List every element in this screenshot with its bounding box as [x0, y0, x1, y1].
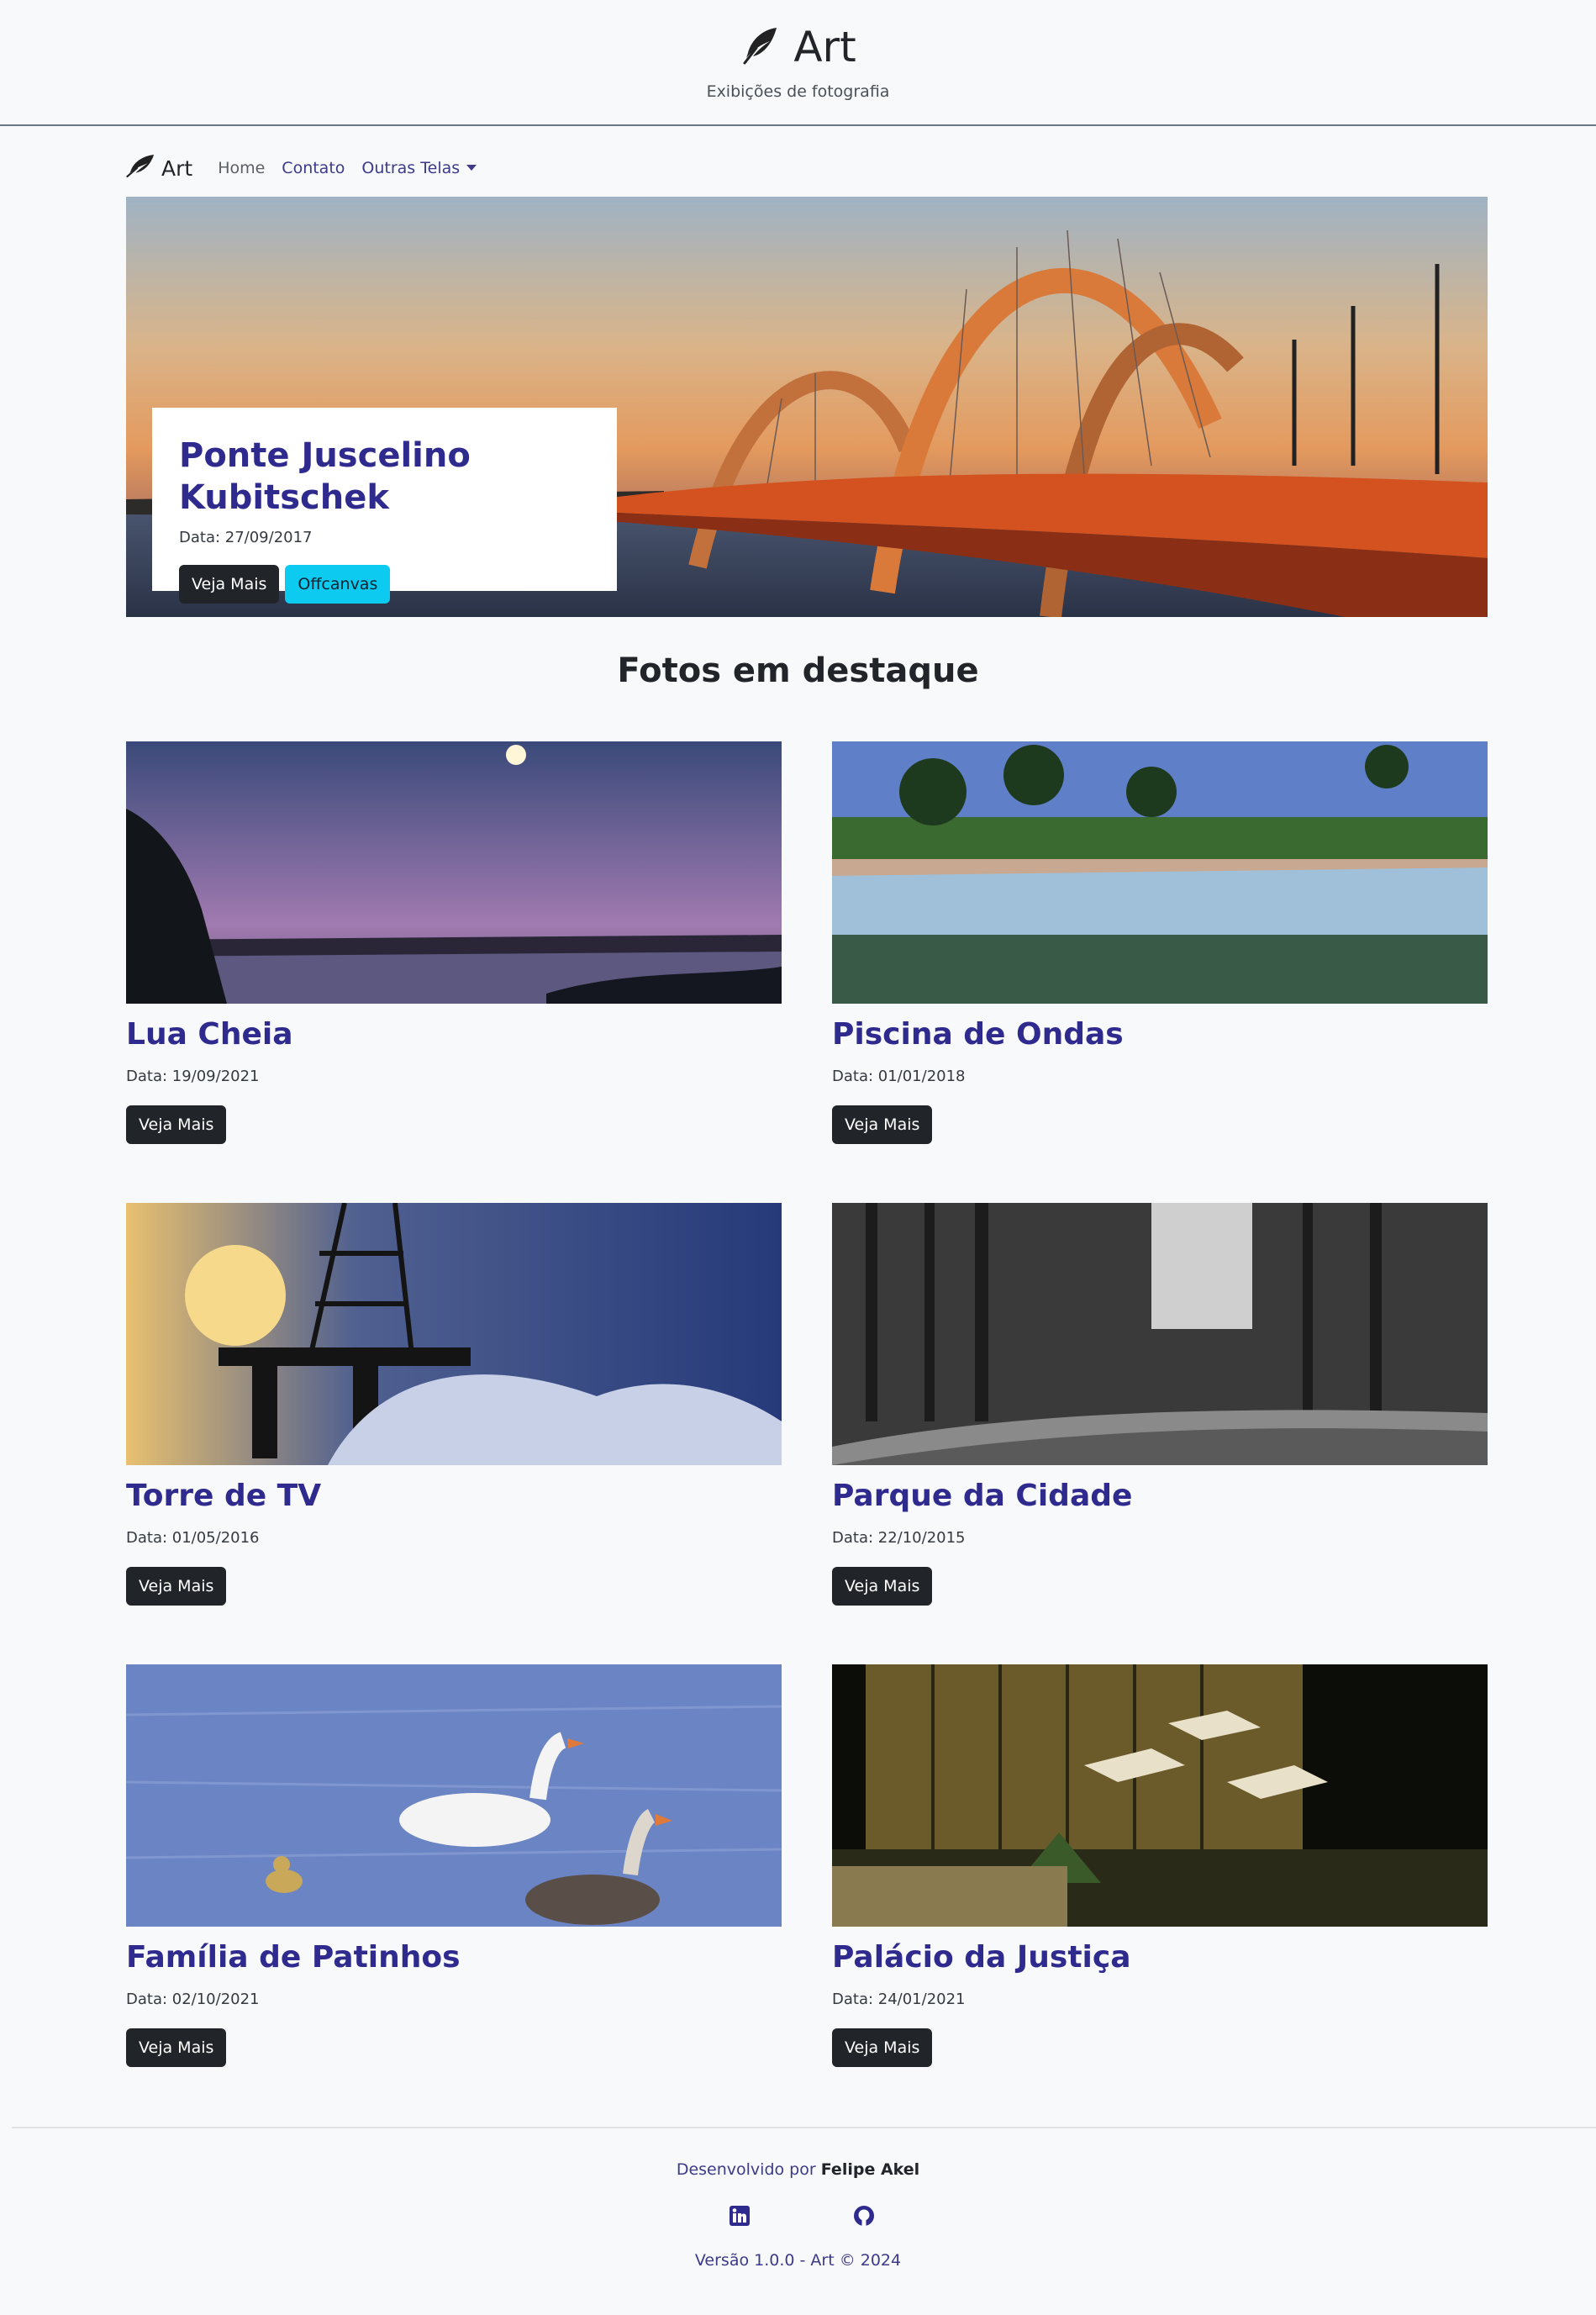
card-date: Data: 01/05/2016 — [126, 1529, 260, 1547]
site-title: Art — [793, 23, 856, 71]
nav-dropdown-outras-telas[interactable]: Outras Telas — [361, 159, 477, 177]
feather-icon — [126, 153, 156, 183]
nav-link-home[interactable]: Home — [218, 159, 265, 177]
card-title: Palácio da Justiça — [832, 1940, 1131, 1975]
card-title: Torre de TV — [126, 1479, 322, 1513]
card-date: Data: 22/10/2015 — [832, 1529, 966, 1547]
hero-offcanvas-button[interactable]: Offcanvas — [285, 565, 391, 604]
veja-mais-button[interactable]: Veja Mais — [126, 1105, 227, 1144]
card-date: Data: 24/01/2021 — [832, 1991, 966, 2008]
github-icon[interactable] — [852, 2204, 876, 2228]
card-date: Data: 19/09/2021 — [126, 1068, 260, 1085]
linkedin-icon[interactable] — [728, 2204, 751, 2228]
footer-credit-prefix: Desenvolvido por — [676, 2160, 816, 2179]
section-title: Fotos em destaque — [617, 651, 979, 690]
veja-mais-button[interactable]: Veja Mais — [832, 1105, 933, 1144]
photo-card-torre-de-tv: Torre de TV Data: 01/05/2016 Veja Mais — [126, 1203, 782, 1615]
photo-thumbnail[interactable] — [126, 741, 782, 1004]
card-title: Lua Cheia — [126, 1017, 293, 1052]
hero-caption-card: Ponte Juscelino Kubitschek Data: 27/09/2… — [152, 408, 617, 604]
hero-date: Data: 27/09/2017 — [179, 529, 313, 546]
photo-thumbnail[interactable] — [126, 1664, 782, 1927]
chevron-down-icon — [466, 165, 477, 171]
photo-thumbnail[interactable] — [832, 1664, 1488, 1927]
photo-card-lua-cheia: Lua Cheia Data: 19/09/2021 Veja Mais — [126, 741, 782, 1153]
photo-card-piscina-de-ondas: Piscina de Ondas Data: 01/01/2018 Veja M… — [832, 741, 1488, 1153]
photo-card-palacio-da-justica: Palácio da Justiça Data: 24/01/2021 Veja… — [832, 1664, 1488, 2076]
veja-mais-button[interactable]: Veja Mais — [832, 2028, 933, 2067]
card-title: Família de Patinhos — [126, 1940, 461, 1975]
footer-social-icons — [728, 2204, 876, 2228]
brand-row: Art — [0, 22, 1596, 72]
hero-title: Ponte Juscelino Kubitschek — [179, 436, 471, 517]
photo-thumbnail[interactable] — [832, 741, 1488, 1004]
veja-mais-button[interactable]: Veja Mais — [832, 1567, 933, 1606]
footer-divider — [12, 2127, 1596, 2128]
hero-veja-mais-button[interactable]: Veja Mais — [179, 565, 280, 604]
footer-version: Versão 1.0.0 - Art © 2024 — [694, 2251, 902, 2270]
hero-banner: Ponte Juscelino Kubitschek Data: 27/09/2… — [126, 197, 1488, 617]
navbar-brand-label: Art — [161, 156, 193, 181]
site-header: Art Exibições de fotografia — [0, 0, 1596, 126]
feather-icon — [740, 24, 782, 70]
card-title: Piscina de Ondas — [832, 1017, 1124, 1052]
footer-credit: Desenvolvido por Felipe Akel — [0, 2160, 1596, 2179]
photo-thumbnail[interactable] — [126, 1203, 782, 1465]
navbar-brand[interactable]: Art — [126, 153, 192, 183]
card-title: Parque da Cidade — [832, 1479, 1133, 1513]
nav-link-contato[interactable]: Contato — [282, 159, 345, 177]
photo-card-parque-da-cidade: Parque da Cidade Data: 22/10/2015 Veja M… — [832, 1203, 1488, 1615]
navbar: Art Home Contato Outras Telas — [126, 147, 493, 189]
nav-dropdown-label: Outras Telas — [361, 159, 461, 177]
photo-card-familia-de-patinhos: Família de Patinhos Data: 02/10/2021 Vej… — [126, 1664, 782, 2076]
photo-thumbnail[interactable] — [832, 1203, 1488, 1465]
veja-mais-button[interactable]: Veja Mais — [126, 1567, 227, 1606]
card-date: Data: 01/01/2018 — [832, 1068, 966, 1085]
footer-credit-name: Felipe Akel — [820, 2160, 920, 2179]
card-date: Data: 02/10/2021 — [126, 1991, 260, 2008]
hero-button-row: Veja Mais Offcanvas — [179, 565, 590, 604]
veja-mais-button[interactable]: Veja Mais — [126, 2028, 227, 2067]
site-subtitle: Exibições de fotografia — [706, 82, 890, 101]
